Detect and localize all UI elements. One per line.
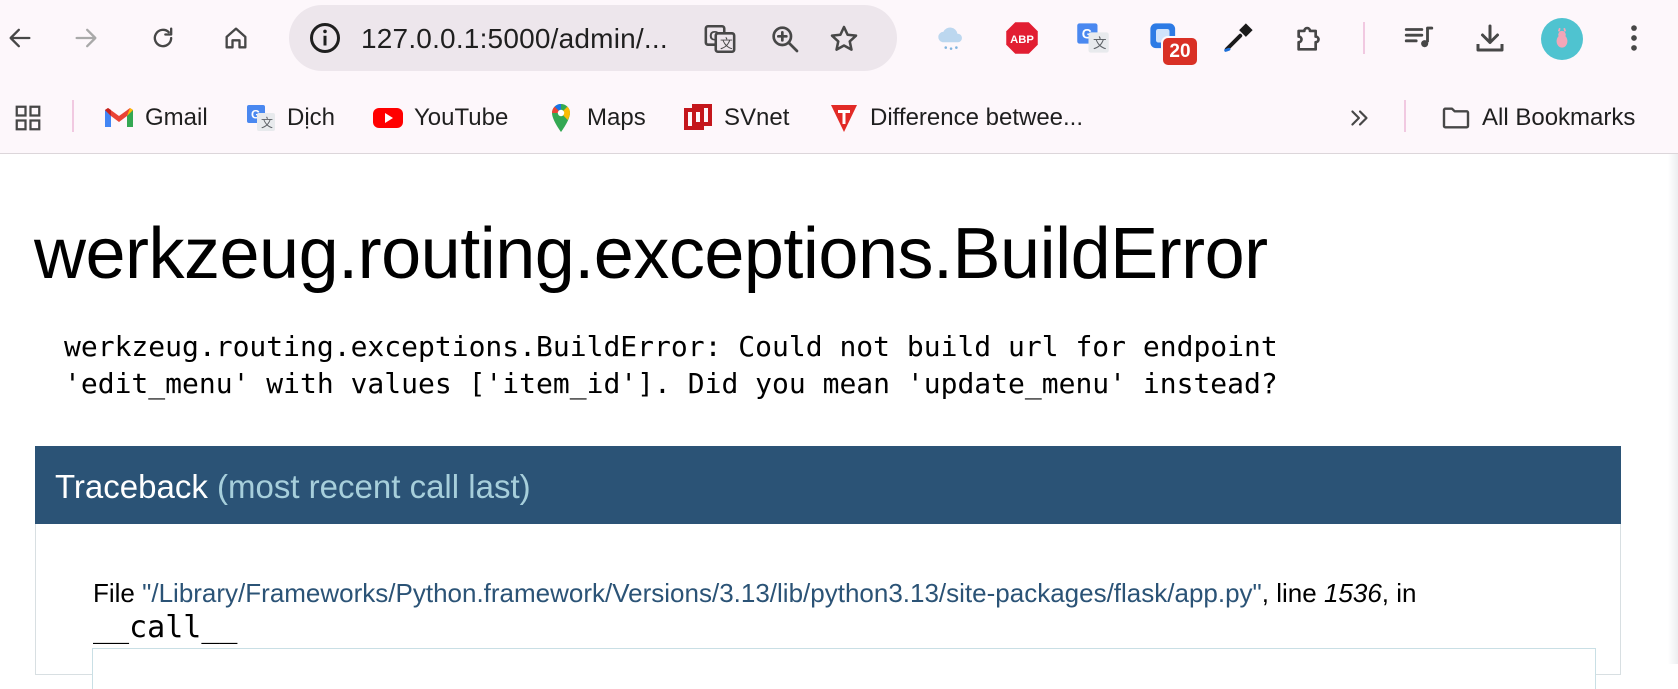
- media-controls-icon[interactable]: [1399, 18, 1439, 58]
- google-translate-icon: G文: [245, 102, 277, 134]
- google-maps-icon: [545, 102, 577, 134]
- bookmarks-separator: [72, 100, 74, 132]
- traceback-subheading: (most recent call last): [217, 468, 531, 505]
- all-bookmarks-label: All Bookmarks: [1482, 104, 1636, 131]
- adblock-plus-icon[interactable]: ABP: [1002, 18, 1042, 58]
- apps-grid-icon: [12, 102, 44, 134]
- bookmarks-overflow-button[interactable]: [1344, 96, 1376, 140]
- double-chevron-right-icon: [1344, 102, 1376, 134]
- gmail-icon: [103, 102, 135, 134]
- page-title: werkzeug.routing.exceptions.BuildError: [34, 214, 1268, 294]
- frame-prefix: File: [93, 578, 143, 608]
- frame-header: File "/Library/Frameworks/Python.framewo…: [93, 578, 1416, 609]
- bookmark-difference[interactable]: Difference betwee...: [828, 96, 1083, 140]
- browser-chrome: 127.0.0.1:5000/admin/... G文 ABP G文 20: [0, 0, 1678, 154]
- frame-in-text: , in: [1381, 578, 1417, 608]
- svnet-icon: [682, 102, 714, 134]
- zoom-icon[interactable]: [768, 22, 802, 56]
- all-bookmarks-button[interactable]: All Bookmarks: [1440, 96, 1635, 140]
- error-message: werkzeug.routing.exceptions.BuildError: …: [64, 330, 1278, 400]
- bookmark-youtube[interactable]: YouTube: [372, 96, 508, 140]
- bookmark-maps[interactable]: Maps: [545, 96, 646, 140]
- traceback-heading: Traceback: [55, 468, 208, 505]
- forward-button[interactable]: [64, 16, 108, 60]
- frame-file-path: "/Library/Frameworks/Python.framework/Ve…: [142, 578, 1262, 608]
- svg-text:ABP: ABP: [1010, 34, 1034, 46]
- star-icon[interactable]: [827, 22, 861, 56]
- url-text[interactable]: 127.0.0.1:5000/admin/...: [361, 23, 668, 55]
- site-info-icon[interactable]: [307, 20, 343, 56]
- bookmark-label: Dịch: [287, 104, 336, 131]
- back-button[interactable]: [0, 16, 42, 60]
- bookmark-label: Maps: [587, 104, 646, 131]
- bookmarks-bar: Gmail G文 Dịch YouTube Maps SVnet Differe…: [0, 90, 1678, 146]
- reload-icon: [153, 27, 173, 48]
- folder-icon: [1440, 102, 1472, 134]
- translate-icon[interactable]: G文: [703, 22, 737, 56]
- svg-text:文: 文: [720, 37, 733, 52]
- toolbar-separator: [1363, 22, 1365, 54]
- bookmark-label: Difference betwee...: [870, 104, 1084, 131]
- traceback-header: Traceback (most recent call last): [35, 446, 1621, 524]
- browser-toolbar: 127.0.0.1:5000/admin/... G文 ABP G文 20: [0, 0, 1678, 76]
- extensions-puzzle-icon[interactable]: [1290, 18, 1330, 58]
- bookmark-label: YouTube: [414, 104, 509, 131]
- back-icon: [9, 28, 31, 48]
- google-translate-extension-icon[interactable]: G文: [1073, 18, 1113, 58]
- home-icon: [225, 27, 247, 49]
- frame-function: __call__: [93, 610, 238, 645]
- svg-text:文: 文: [261, 115, 273, 130]
- svg-text:文: 文: [1093, 36, 1107, 52]
- extension-badge: 20: [1161, 36, 1199, 67]
- menu-kebab-icon[interactable]: [1614, 18, 1654, 58]
- reload-button[interactable]: [141, 16, 185, 60]
- frame-line-prefix: , line: [1261, 578, 1324, 608]
- home-button[interactable]: [214, 16, 258, 60]
- apps-grid-button[interactable]: [12, 96, 44, 140]
- weather-extension-icon[interactable]: [930, 18, 970, 58]
- page-scrollbar-edge: [1668, 154, 1678, 664]
- download-icon[interactable]: [1470, 18, 1510, 58]
- t-logo-icon: [828, 102, 860, 134]
- bookmark-label: SVnet: [724, 104, 790, 131]
- address-bar[interactable]: 127.0.0.1:5000/admin/... G文: [289, 5, 897, 71]
- frame-source-block[interactable]: [92, 648, 1596, 689]
- bookmark-dich[interactable]: G文 Dịch: [245, 96, 335, 140]
- bookmark-svnet[interactable]: SVnet: [682, 96, 789, 140]
- bookmark-label: Gmail: [145, 104, 208, 131]
- frame-line-number: 1536: [1323, 578, 1382, 608]
- bookmark-gmail[interactable]: Gmail: [103, 96, 208, 140]
- eyedropper-icon[interactable]: [1218, 18, 1258, 58]
- bookmarks-separator: [1404, 100, 1406, 132]
- forward-icon: [75, 28, 97, 48]
- youtube-icon: [372, 102, 404, 134]
- profile-avatar[interactable]: [1541, 18, 1583, 60]
